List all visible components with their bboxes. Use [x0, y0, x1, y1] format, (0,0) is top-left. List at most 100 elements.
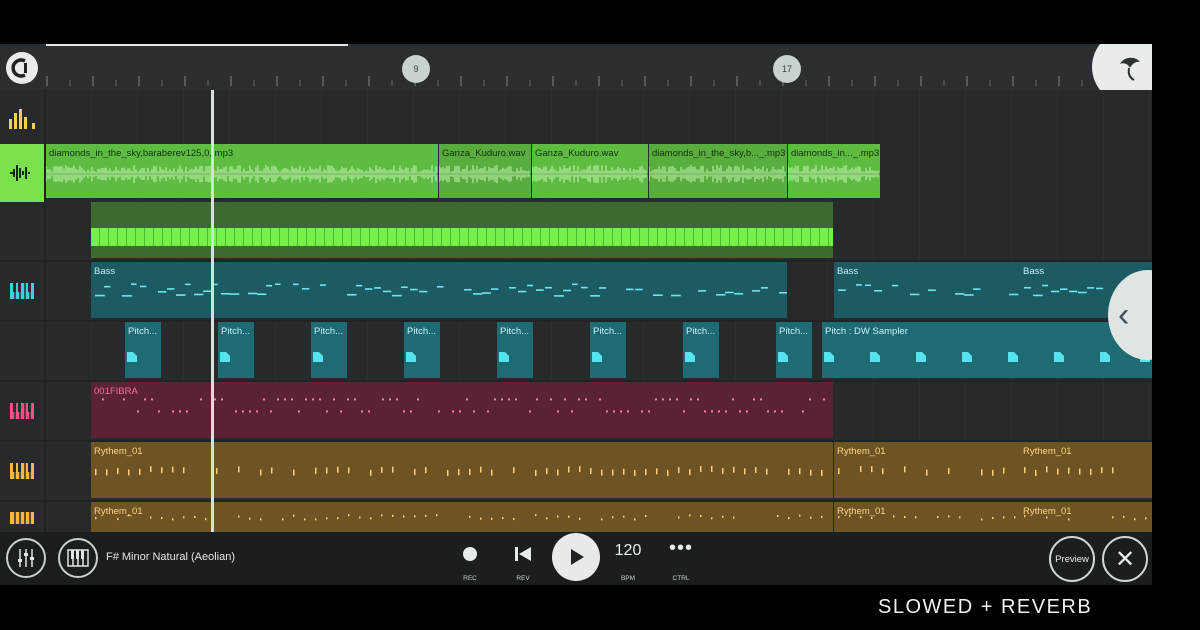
note [1069, 290, 1078, 293]
preview-button[interactable]: Preview [1049, 536, 1095, 582]
pattern-clip-bass[interactable]: Bass [834, 262, 1020, 318]
bar-marker-9[interactable]: 9 [402, 55, 430, 83]
track-1-icon[interactable] [0, 90, 44, 148]
ruler-tick [575, 80, 577, 86]
note [389, 398, 391, 401]
note [856, 284, 862, 286]
track-2-icon[interactable] [0, 144, 44, 202]
tempo-control[interactable]: 120 BPM [608, 538, 648, 582]
pitch-clip[interactable]: Pitch... [311, 322, 347, 378]
play-button[interactable] [552, 533, 600, 581]
pitch-clip[interactable]: Pitch... [776, 322, 812, 378]
pattern-clip-bass[interactable]: Bass [91, 262, 787, 318]
daw-app: 9 17 diamonds_in_the_sky,baraberev125,0,… [0, 44, 1152, 585]
track-3-icon[interactable] [0, 202, 44, 260]
ruler-ticks[interactable] [46, 44, 1106, 90]
pattern-clip-rythem[interactable]: Rythem_01 [91, 502, 833, 532]
note [293, 514, 295, 517]
pattern-clip-fibra[interactable]: 001FIBRA [91, 382, 833, 438]
note [282, 518, 284, 521]
ruler-tick [46, 76, 48, 86]
pattern-clip-keys[interactable] [91, 202, 833, 258]
audio-clip[interactable]: diamonds_in_the_sky,baraberev125,0,.mp3 [46, 144, 438, 198]
record-button[interactable]: REC [450, 538, 490, 582]
audio-clip[interactable]: Ganza_Kuduro.wav [532, 144, 648, 198]
note [568, 515, 570, 518]
note [572, 283, 578, 286]
track-5-icon[interactable] [0, 322, 44, 380]
note [102, 398, 104, 401]
note [601, 518, 603, 521]
note [275, 283, 281, 286]
audio-clip[interactable]: Ganza_Kuduro.wav [439, 144, 531, 198]
pitch-note [499, 352, 509, 362]
pitch-clip[interactable]: Pitch... [125, 322, 161, 378]
pitch-clip-dw-sampler[interactable]: Pitch : DW Sampler [822, 322, 1152, 378]
pattern-clip-rythem[interactable]: Rythem_01 [91, 442, 833, 498]
scale-label[interactable]: F# Minor Natural (Aeolian) [106, 551, 235, 563]
note [882, 468, 884, 475]
note [437, 285, 444, 288]
bar-marker-17[interactable]: 17 [773, 55, 801, 83]
note [810, 469, 812, 476]
piano-icon [10, 283, 34, 299]
close-button[interactable]: ✕ [1102, 536, 1148, 582]
ruler-tick [276, 76, 278, 86]
note [337, 517, 339, 520]
note [1078, 291, 1087, 294]
pattern-clip-rythem[interactable]: Rythem_01 [834, 442, 1020, 498]
note [948, 468, 950, 475]
note [746, 410, 748, 413]
audio-clip[interactable]: diamonds_in_the_sky,b..._.mp3 [649, 144, 787, 198]
rythem-notes [838, 466, 1005, 476]
record-icon [463, 547, 477, 561]
piano-roll-button[interactable] [58, 538, 98, 578]
track-7-icon[interactable] [0, 442, 44, 500]
mixer-button[interactable] [6, 538, 46, 578]
pitch-clip[interactable]: Pitch... [683, 322, 719, 378]
note [653, 294, 663, 296]
note [333, 398, 335, 401]
pitch-clip[interactable]: Pitch... [497, 322, 533, 378]
note [194, 515, 196, 518]
note [821, 469, 823, 476]
note [973, 288, 981, 290]
track-6-icon[interactable] [0, 382, 44, 440]
ruler-tick [345, 80, 347, 86]
pattern-clip-rythem[interactable]: Rythem_01 [1020, 502, 1152, 532]
pitch-clip[interactable]: Pitch... [590, 322, 626, 378]
note [425, 514, 427, 517]
note [326, 467, 328, 474]
note [683, 410, 685, 413]
track-4-icon[interactable] [0, 262, 44, 320]
logo-icon[interactable] [6, 52, 38, 84]
note [347, 293, 357, 296]
pitch-clip[interactable]: Pitch... [218, 322, 254, 378]
pattern-clip-rythem[interactable]: Rythem_01 [834, 502, 1020, 532]
pitch-clip[interactable]: Pitch... [404, 322, 440, 378]
playhead[interactable] [211, 90, 214, 532]
rewind-button[interactable]: REV [503, 538, 543, 582]
note [263, 398, 265, 401]
note [396, 398, 398, 401]
note [491, 517, 493, 520]
rythem-notes [95, 514, 823, 521]
note [725, 291, 734, 294]
note [1101, 467, 1103, 474]
note [1112, 467, 1114, 474]
pattern-clip-rythem[interactable]: Rythem_01 [1020, 442, 1152, 498]
track-8-icon[interactable] [0, 502, 44, 532]
chevron-left-icon: ‹ [1118, 296, 1130, 334]
note [799, 468, 801, 475]
note [689, 514, 691, 517]
note [172, 410, 174, 413]
note [550, 398, 552, 401]
ctrl-button[interactable]: ••• CTRL [661, 537, 701, 582]
audio-clip[interactable]: diamonds_in..._.mp3 [788, 144, 880, 198]
note [753, 398, 755, 401]
note [733, 516, 735, 519]
timeline-ruler[interactable]: 9 17 [0, 44, 1152, 104]
note [221, 292, 231, 295]
rythem-notes [1024, 466, 1114, 476]
ruler-tick [874, 76, 876, 86]
